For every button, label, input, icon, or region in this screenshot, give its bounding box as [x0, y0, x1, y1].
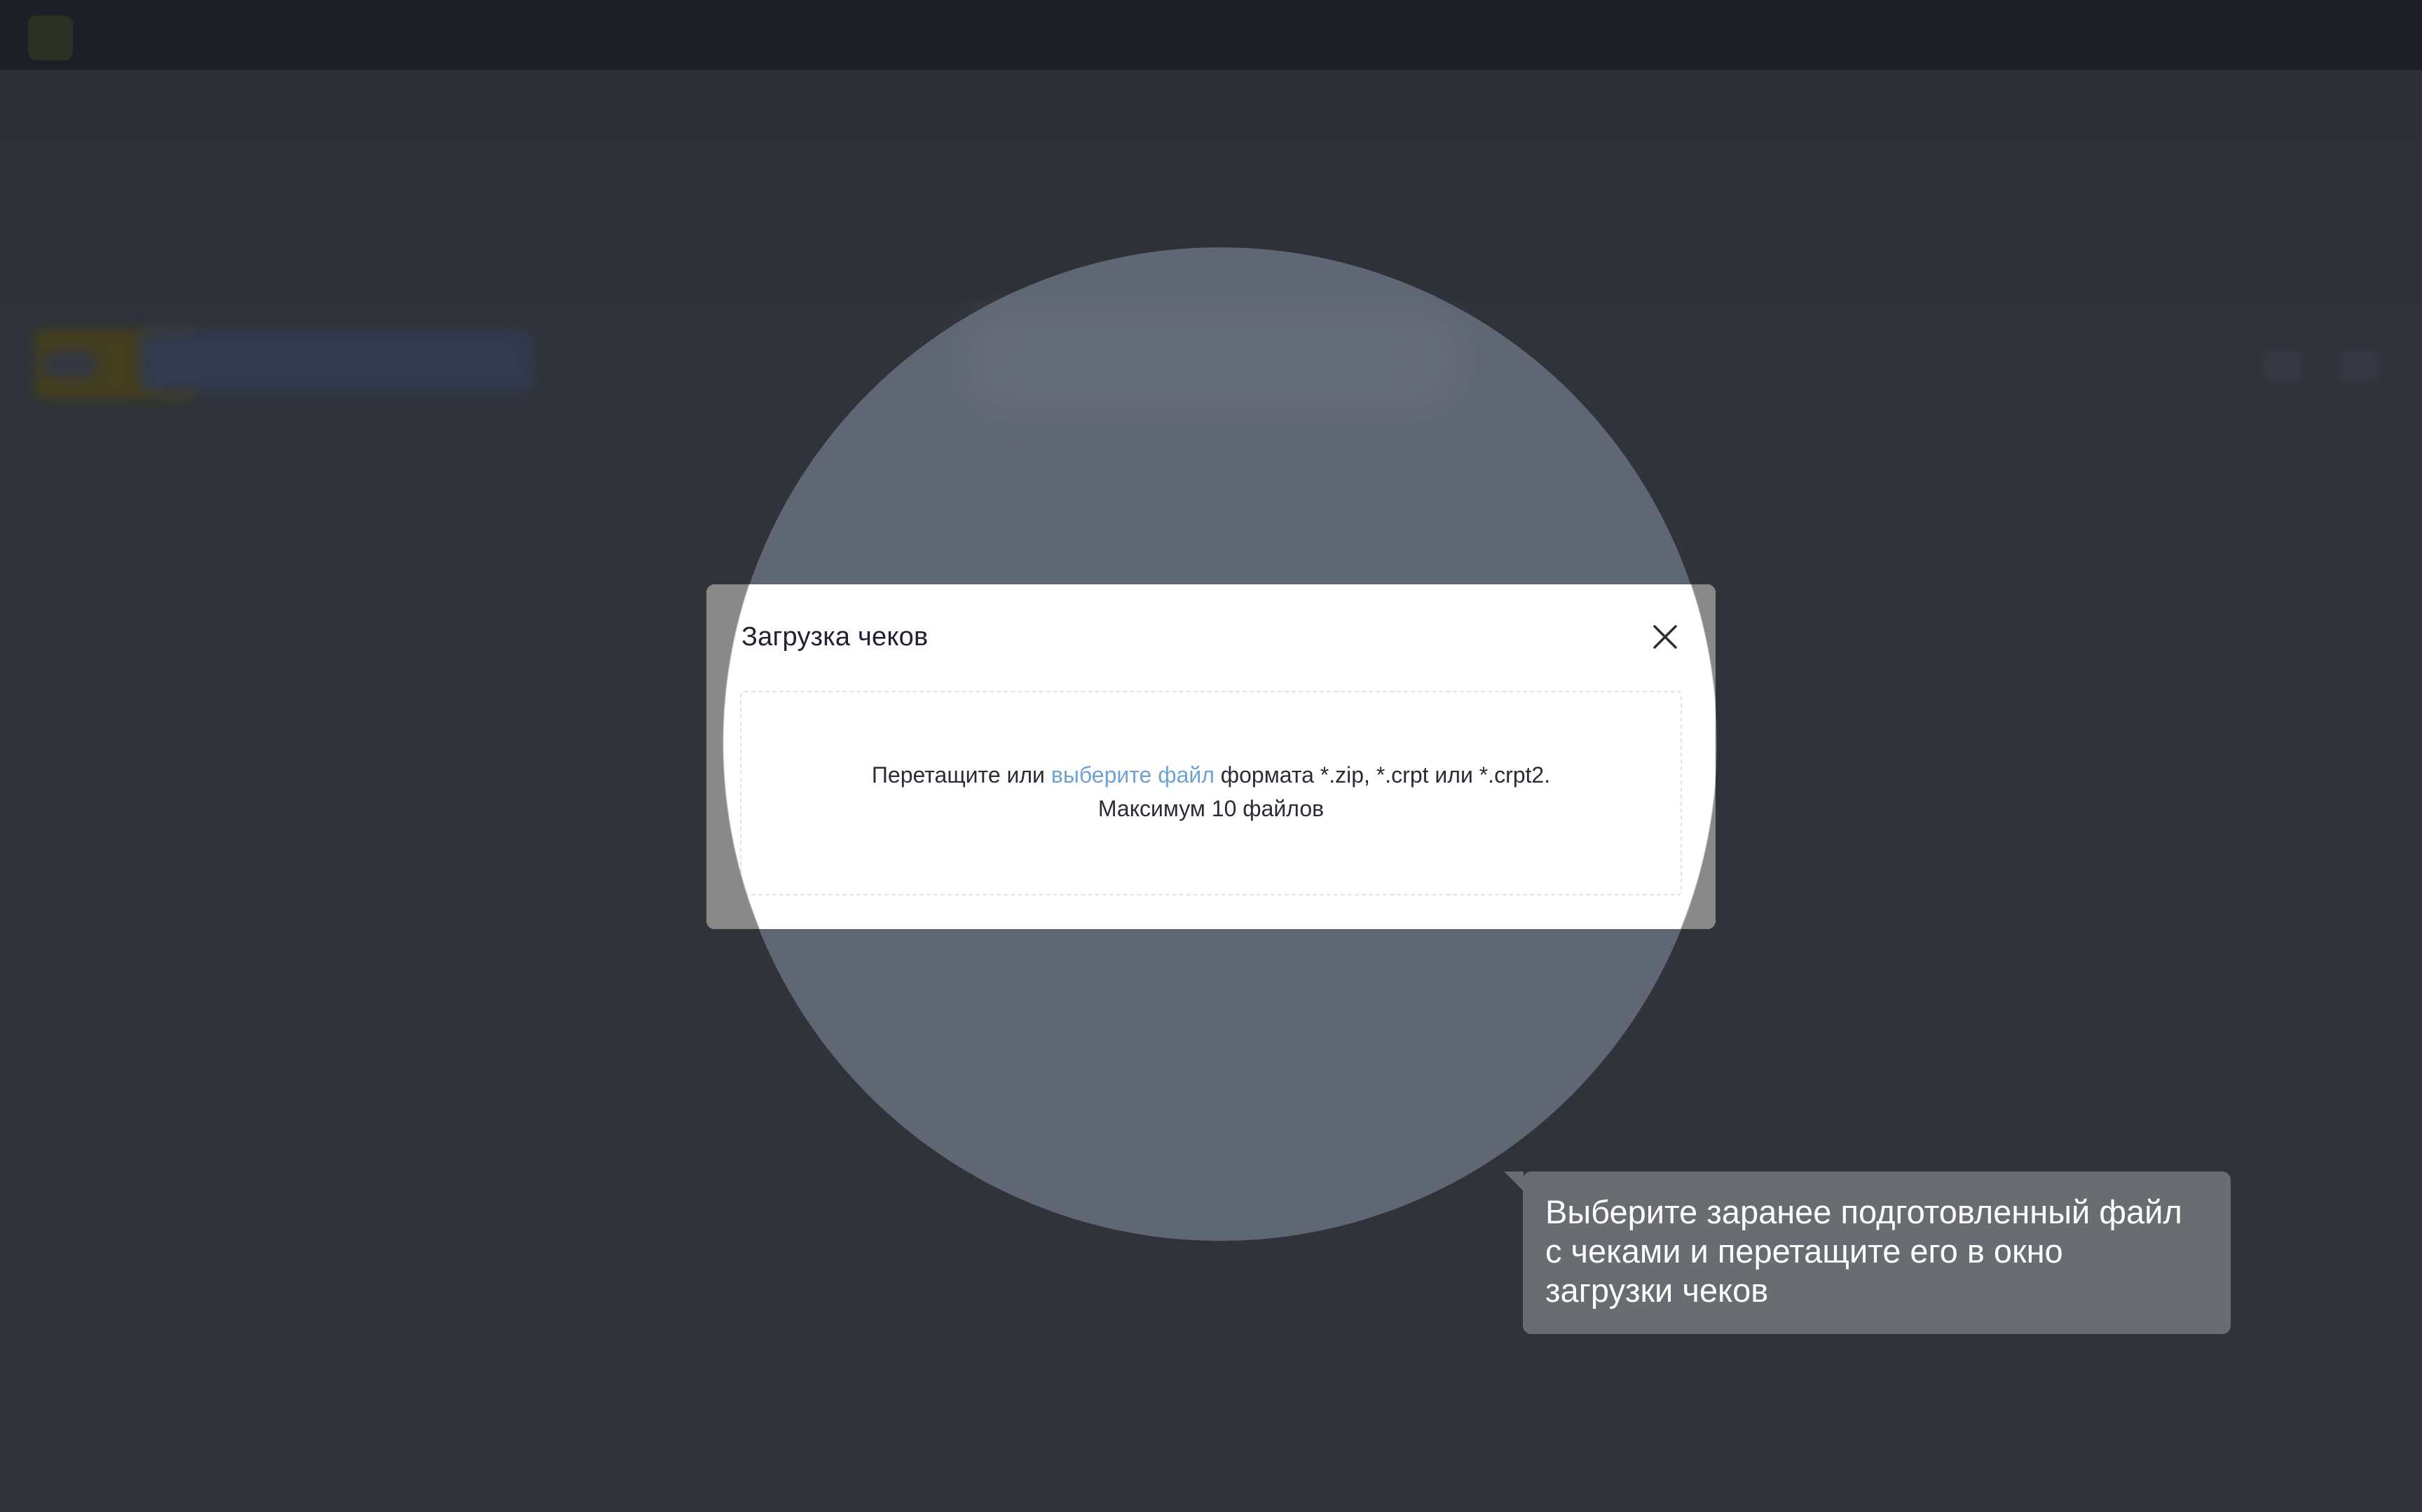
app-content-blurred — [967, 315, 1458, 406]
file-dropzone[interactable]: Перетащите или выберите файл формата *.z… — [740, 691, 1682, 895]
close-icon — [1653, 625, 1677, 649]
dropzone-limit: Максимум 10 файлов — [1097, 796, 1325, 821]
onboarding-tooltip: Выберите заранее подготовленный файл с ч… — [1523, 1171, 2231, 1334]
dropzone-instructions: Перетащите или выберите файл формата *.z… — [741, 758, 1681, 792]
choose-file-link[interactable]: выберите файл — [1051, 762, 1215, 788]
dropzone-text: Перетащите или выберите файл формата *.z… — [741, 758, 1681, 825]
back-icon-blurred — [42, 350, 98, 378]
tooltip-arrow — [1504, 1171, 1524, 1191]
tooltip-line: Выберите заранее подготовленный файл — [1545, 1193, 2182, 1230]
app-toolbar-icon-blurred — [2264, 350, 2301, 381]
close-button[interactable] — [1648, 619, 1683, 654]
app-nav-bar — [0, 70, 2422, 185]
tooltip-line: с чеками и перетащите его в окно — [1545, 1232, 2063, 1270]
upload-receipts-modal: Загрузка чеков Перетащите или выберите ф… — [706, 584, 1716, 929]
app-toolbar-icon-blurred — [2341, 350, 2379, 381]
modal-title: Загрузка чеков — [741, 622, 929, 652]
dropzone-text-after: формата *.zip, *.crpt или *.crpt2. — [1214, 762, 1551, 788]
tooltip-line: загрузки чеков — [1545, 1272, 1769, 1309]
app-logo — [28, 15, 73, 60]
dropzone-text-before: Перетащите или — [871, 762, 1051, 788]
page-title-blurred — [140, 329, 533, 392]
app-header — [0, 0, 2422, 70]
